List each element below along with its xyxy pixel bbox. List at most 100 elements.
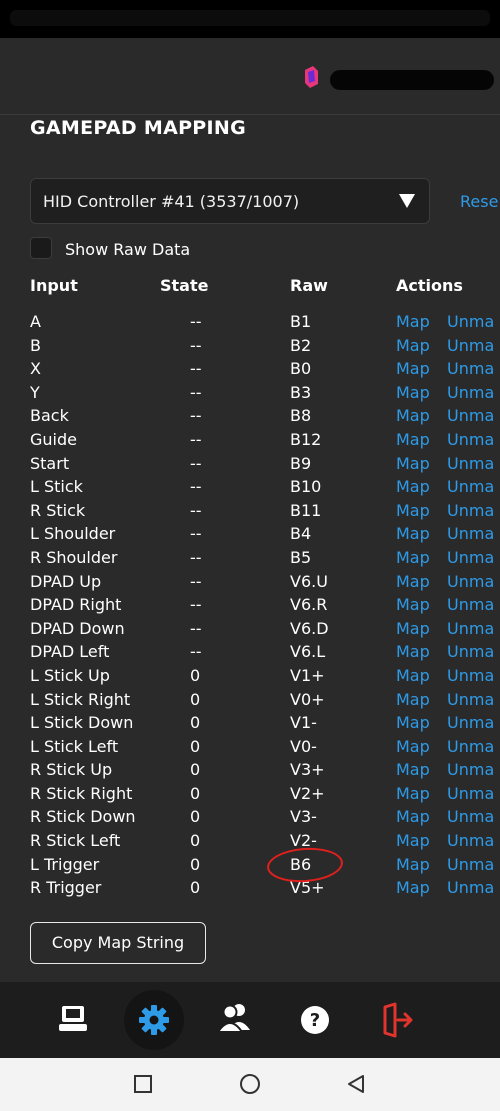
map-link[interactable]: Map [396,713,430,732]
table-row: Y -- B3 Map Unma [0,381,500,405]
map-link[interactable]: Map [396,548,430,567]
bottom-nav: ? [0,982,500,1058]
copy-map-string-button[interactable]: Copy Map String [30,922,206,964]
state-cell: -- [190,453,202,473]
state-cell: 0 [190,736,201,756]
table-row: R Stick Up 0 V3+ Map Unma [0,758,500,782]
unmap-link[interactable]: Unma [447,690,494,709]
recents-square-icon[interactable] [131,1072,155,1096]
table-row: DPAD Left -- V6.L Map Unma [0,640,500,664]
input-cell: R Shoulder [30,547,118,567]
unmap-link[interactable]: Unma [447,524,494,543]
app-logo-icon [305,66,318,88]
unmap-link[interactable]: Unma [447,807,494,826]
unmap-link[interactable]: Unma [447,430,494,449]
map-link[interactable]: Map [396,312,430,331]
input-cell: Start [30,453,70,473]
nav-logout[interactable] [366,990,426,1050]
map-link[interactable]: Map [396,501,430,520]
nav-help[interactable]: ? [285,990,345,1050]
unmap-link[interactable]: Unma [447,595,494,614]
nav-users[interactable] [204,990,264,1050]
map-link[interactable]: Map [396,454,430,473]
raw-cell: B11 [290,500,322,520]
map-link[interactable]: Map [396,642,430,661]
controller-select[interactable]: HID Controller #41 (3537/1007) [30,178,430,224]
unmap-link[interactable]: Unma [447,477,494,496]
map-link[interactable]: Map [396,760,430,779]
unmap-link[interactable]: Unma [447,666,494,685]
system-nav-bar [0,1058,500,1111]
unmap-link[interactable]: Unma [447,454,494,473]
unmap-link[interactable]: Unma [447,406,494,425]
show-raw-data-checkbox[interactable] [30,237,52,259]
mapping-table: A -- B1 Map Unma B -- B2 Map Unma X -- B0 Map Unma Y -- B… [0,310,500,900]
nav-computer[interactable] [43,990,103,1050]
unmap-link[interactable]: Unma [447,878,494,897]
table-row: A -- B1 Map Unma [0,310,500,334]
raw-cell: V0+ [290,689,325,709]
map-link[interactable]: Map [396,595,430,614]
state-cell: 0 [190,831,201,851]
map-link[interactable]: Map [396,737,430,756]
map-link[interactable]: Map [396,666,430,685]
map-link[interactable]: Map [396,878,430,897]
back-triangle-icon[interactable] [344,1072,368,1096]
user-name-redaction [330,70,494,90]
unmap-link[interactable]: Unma [447,501,494,520]
map-link[interactable]: Map [396,406,430,425]
state-cell: 0 [190,854,201,874]
unmap-link[interactable]: Unma [447,312,494,331]
nav-settings[interactable] [124,990,184,1050]
home-circle-icon[interactable] [238,1072,262,1096]
map-link[interactable]: Map [396,524,430,543]
table-row: Back -- B8 Map Unma [0,404,500,428]
unmap-link[interactable]: Unma [447,855,494,874]
table-row: Guide -- B12 Map Unma [0,428,500,452]
unmap-link[interactable]: Unma [447,713,494,732]
unmap-link[interactable]: Unma [447,548,494,567]
input-cell: DPAD Left [30,642,110,662]
column-header-actions: Actions [396,276,463,295]
unmap-link[interactable]: Unma [447,831,494,850]
map-link[interactable]: Map [396,855,430,874]
map-link[interactable]: Map [396,336,430,355]
app-header [0,38,500,115]
unmap-link[interactable]: Unma [447,383,494,402]
input-cell: A [30,312,41,331]
raw-cell: B5 [290,547,312,567]
map-link[interactable]: Map [396,690,430,709]
unmap-link[interactable]: Unma [447,737,494,756]
map-link[interactable]: Map [396,572,430,591]
map-link[interactable]: Map [396,477,430,496]
map-link[interactable]: Map [396,383,430,402]
unmap-link[interactable]: Unma [447,336,494,355]
unmap-link[interactable]: Unma [447,760,494,779]
status-bar-redaction [10,10,490,26]
state-cell: -- [190,359,202,379]
map-link[interactable]: Map [396,619,430,638]
status-bar [0,0,500,38]
unmap-link[interactable]: Unma [447,642,494,661]
unmap-link[interactable]: Unma [447,359,494,378]
unmap-link[interactable]: Unma [447,619,494,638]
input-cell: L Stick Left [30,736,119,756]
map-link[interactable]: Map [396,359,430,378]
unmap-link[interactable]: Unma [447,784,494,803]
map-link[interactable]: Map [396,807,430,826]
unmap-link[interactable]: Unma [447,572,494,591]
input-cell: R Stick Right [30,783,133,803]
input-cell: B [30,335,41,355]
map-link[interactable]: Map [396,430,430,449]
input-cell: L Stick [30,477,83,497]
table-row: R Shoulder -- B5 Map Unma [0,546,500,570]
map-link[interactable]: Map [396,784,430,803]
input-cell: Y [30,382,40,402]
map-link[interactable]: Map [396,831,430,850]
input-cell: X [30,359,41,379]
reset-link[interactable]: Rese [460,192,498,211]
state-cell: -- [190,500,202,520]
input-cell: R Trigger [30,878,102,898]
logout-icon [383,1002,413,1038]
table-row: Start -- B9 Map Unma [0,452,500,476]
